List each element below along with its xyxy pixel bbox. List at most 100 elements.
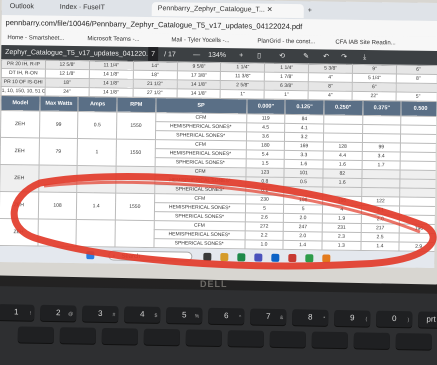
- keyboard-key[interactable]: prt schome: [418, 311, 437, 329]
- key-shift-label: (: [365, 316, 368, 323]
- model-spec-cell: 1550: [116, 139, 156, 167]
- bookmark-smartsheet[interactable]: Home - Smartsheet...: [7, 31, 64, 46]
- pdf-viewport[interactable]: PR 20 IH, R-IP 12 5/8" 11 1/4" 14" 9 5/8" 1 1…: [0, 59, 437, 269]
- file-explorer-icon[interactable]: [220, 253, 229, 262]
- acrobat-icon[interactable]: [288, 253, 297, 263]
- search-placeholder: Search: [121, 253, 141, 260]
- table-header-cell: RPM: [116, 97, 156, 113]
- model-spec-cell: ZEH: [0, 191, 39, 219]
- table-header-cell: 0.500: [401, 101, 437, 117]
- keyboard-key[interactable]: [311, 331, 348, 349]
- table-header-cell: Model: [0, 95, 40, 111]
- performance-cell: 2.9: [399, 242, 437, 252]
- model-spec-cell: [37, 218, 77, 247]
- keyboard-key[interactable]: [59, 327, 97, 344]
- table-header-cell: SP: [155, 97, 247, 114]
- key-shift-label: !: [29, 310, 32, 317]
- model-spec-cell: 99: [39, 110, 79, 139]
- model-spec-cell: 1550: [116, 112, 156, 140]
- key-shift-label: &: [279, 315, 284, 322]
- table-header-cell: 0.125": [285, 99, 324, 115]
- table-header-cell: 0.250": [323, 99, 363, 116]
- bookmark-plangrid[interactable]: PlanGrid - the const...: [257, 35, 315, 50]
- table-header-cell: 0.375": [362, 100, 402, 117]
- key-shift-label: *: [323, 315, 326, 322]
- pdf-page: PR 20 IH, R-IP 12 5/8" 11 1/4" 14" 9 5/8" 1 1…: [0, 59, 437, 269]
- laptop-screen: Outlook Index · FuseIT Pennbarry_Zephyr_…: [0, 0, 437, 269]
- close-icon[interactable]: ✕: [267, 7, 273, 14]
- taskview-icon[interactable]: [203, 252, 212, 261]
- model-spec-cell: [38, 164, 78, 193]
- tab-label: Outlook: [9, 3, 34, 11]
- performance-cell: 1.4: [360, 241, 400, 252]
- tab-outlook[interactable]: Outlook: [4, 0, 40, 14]
- chrome-icon[interactable]: [305, 254, 314, 263]
- keyboard-key[interactable]: 4 $: [124, 306, 161, 323]
- keyboard-key[interactable]: 7 &: [250, 308, 287, 326]
- search-icon: ⌕: [112, 253, 116, 260]
- taskbar-search[interactable]: ⌕ Search: [108, 250, 193, 262]
- model-spec-cell: 1: [77, 138, 117, 167]
- table-header-cell: Amps: [78, 96, 118, 113]
- keyboard-key[interactable]: [17, 326, 55, 344]
- model-spec-cell: ZEH: [0, 164, 39, 192]
- table-header-cell: 0.000": [246, 98, 286, 115]
- performance-cell: 1.0: [244, 239, 284, 250]
- keyboard-key[interactable]: 0): [376, 310, 413, 328]
- app-icon[interactable]: [322, 254, 331, 263]
- excel-icon[interactable]: [237, 253, 246, 262]
- keyboard-key[interactable]: [395, 333, 432, 350]
- bookmark-teams[interactable]: Microsoft Teams -...: [87, 32, 139, 47]
- bookmark-mail[interactable]: Mail - Tyler Yocells -...: [171, 33, 229, 48]
- bookmark-cfa[interactable]: CFA IAB Site Readin...: [335, 36, 396, 51]
- model-spec-cell: [114, 220, 154, 248]
- key-shift-label: $: [154, 312, 158, 319]
- model-spec-cell: [76, 219, 116, 248]
- keyboard-key[interactable]: 3 #: [82, 305, 119, 323]
- tab-index[interactable]: Index · FuseIT: [54, 1, 111, 16]
- key-shift-label: ): [407, 317, 410, 324]
- keyboard-key[interactable]: 1!: [0, 304, 35, 321]
- performance-cell: 1.3: [321, 240, 361, 251]
- tab-pennbarry[interactable]: Pennbarry_Zephyr_Catalogue_T... ✕: [151, 2, 304, 19]
- photo: Outlook Index · FuseIT Pennbarry_Zephyr_…: [0, 0, 437, 365]
- keyboard-key[interactable]: 6 ^: [208, 307, 245, 325]
- dell-logo: DELL: [200, 279, 228, 289]
- key-shift-label: %: [194, 313, 200, 320]
- laptop-bezel: Outlook Index · FuseIT Pennbarry_Zephyr_…: [0, 0, 437, 285]
- keyboard-key[interactable]: [143, 328, 181, 346]
- table-header-cell: Max Watts: [39, 95, 79, 112]
- performance-cell: 1.4: [283, 240, 323, 250]
- keyboard-key[interactable]: [227, 330, 264, 347]
- new-tab-button[interactable]: +: [302, 4, 318, 18]
- outlook-icon[interactable]: [271, 253, 280, 262]
- model-spec-cell: 0.5: [77, 111, 117, 140]
- key-shift-label: @: [68, 311, 74, 318]
- model-spec-cell: 1.4: [76, 192, 116, 221]
- model-spec-cell: ZEH: [0, 218, 39, 246]
- keyboard-key[interactable]: [269, 330, 306, 348]
- model-spec-cell: ZEH: [0, 110, 40, 138]
- tab-label: Index · FuseIT: [59, 3, 105, 12]
- keyboard-key[interactable]: 2 @: [40, 304, 77, 322]
- keyboard-key[interactable]: [185, 329, 222, 347]
- teams-icon[interactable]: [254, 253, 263, 262]
- model-spec-cell: [115, 166, 155, 194]
- keyboard-key[interactable]: 8 *: [292, 309, 329, 326]
- keyboard: 1! 2@ 3# 4$ 5% 6^ 7&8* 9( 0) prt schome: [0, 285, 437, 365]
- key-shift-label: ^: [238, 314, 242, 321]
- keyboard-key[interactable]: [101, 327, 139, 345]
- tab-label: Pennbarry_Zephyr_Catalogue_T...: [157, 5, 265, 14]
- model-spec-cell: [77, 165, 117, 194]
- model-spec-cell: 1550: [115, 193, 155, 221]
- keyboard-key[interactable]: 5%: [166, 307, 203, 324]
- key-shift-label: #: [112, 312, 116, 319]
- url-text: pennbarry.com/file/10046/Pennbarry_Zephy…: [5, 18, 303, 32]
- performance-table: Model Max Watts Amps RPM SP 0.000" 0.125" 0.250…: [0, 95, 437, 252]
- model-spec-cell: 108: [38, 191, 78, 220]
- keyboard-key[interactable]: 9(: [334, 309, 371, 327]
- model-spec-cell: ZEH: [0, 137, 40, 165]
- keyboard-key[interactable]: [353, 332, 390, 349]
- start-icon[interactable]: [86, 251, 95, 260]
- model-spec-cell: 79: [38, 137, 78, 166]
